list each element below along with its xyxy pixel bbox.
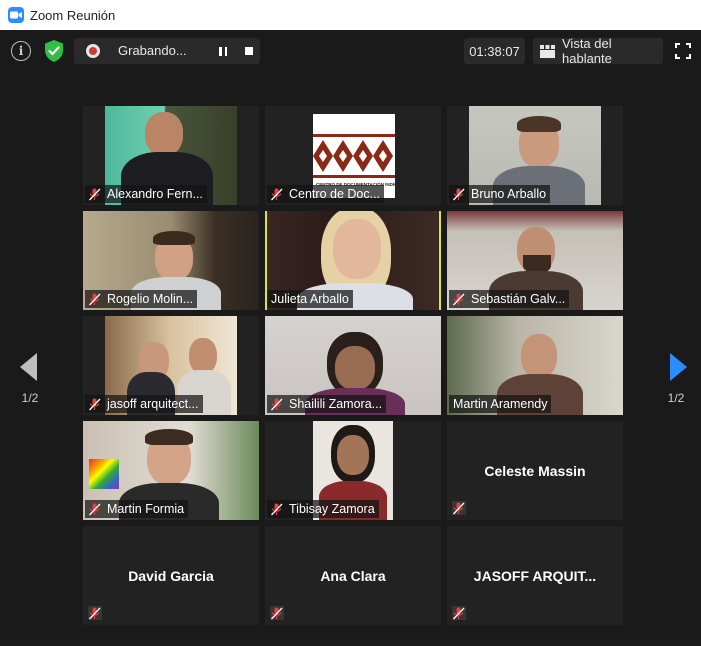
stop-recording-button[interactable] xyxy=(236,38,262,64)
participant-name-bar: Martin Formia xyxy=(85,500,189,518)
grid-view-icon xyxy=(540,44,555,58)
speaker-view-label: Vista del hablante xyxy=(562,36,612,66)
chevron-left-icon xyxy=(20,353,37,381)
participant-tile[interactable]: CENTRO DE DOCUMENTACIÓN INDÍGENA Centro … xyxy=(265,106,441,205)
fullscreen-icon[interactable] xyxy=(675,43,691,59)
participant-name-bar: Rogelio Molin... xyxy=(85,290,198,308)
participant-name: Celeste Massin xyxy=(484,462,586,479)
participant-name-bar: Tibisay Zamora xyxy=(267,500,379,518)
participant-tile[interactable]: Martin Formia xyxy=(83,421,259,520)
zoom-app-icon xyxy=(8,7,24,23)
participant-tile-no-video[interactable]: David Garcia xyxy=(83,526,259,625)
mic-off-icon xyxy=(453,293,465,306)
mic-off-icon xyxy=(89,503,101,516)
participant-name: Shailili Zamora... xyxy=(289,397,383,411)
participant-name: Tibisay Zamora xyxy=(289,502,375,516)
participant-tile-no-video[interactable]: Ana Clara xyxy=(265,526,441,625)
mic-off-icon xyxy=(88,606,102,620)
participant-tile-active-speaker[interactable]: Julieta Arballo xyxy=(265,211,441,310)
participant-name: David Garcia xyxy=(128,567,214,584)
mic-off-icon xyxy=(452,606,466,620)
recording-dot-icon xyxy=(86,44,100,58)
participant-name-bar: Centro de Doc... xyxy=(267,185,385,203)
participant-name-bar: Martin Aramendy xyxy=(449,395,552,413)
participant-tile[interactable]: Rogelio Molin... xyxy=(83,211,259,310)
recording-label: Grabando... xyxy=(118,43,187,58)
participant-name: Martin Formia xyxy=(107,502,185,516)
participant-tile[interactable]: Shailili Zamora... xyxy=(265,316,441,415)
mic-off-icon xyxy=(89,398,101,411)
mic-off-icon xyxy=(271,188,283,201)
participant-name-bar: Bruno Arballo xyxy=(449,185,551,203)
participant-name: Centro de Doc... xyxy=(289,187,381,201)
participant-name: jasoff arquitect... xyxy=(107,397,199,411)
speaker-view-button[interactable]: Vista del hablante xyxy=(533,36,663,66)
participant-name-bar: Julieta Arballo xyxy=(267,290,353,308)
participant-tile[interactable]: jasoff arquitect... xyxy=(83,316,259,415)
participant-name-bar: Shailili Zamora... xyxy=(267,395,387,413)
window-title: Zoom Reunión xyxy=(30,7,116,23)
participant-tile[interactable]: Alexandro Fern... xyxy=(83,106,259,205)
next-page-count: 1/2 xyxy=(667,391,685,405)
mic-off-icon xyxy=(89,293,101,306)
mic-off-icon xyxy=(271,503,283,516)
pause-recording-button[interactable] xyxy=(210,38,236,64)
participant-name: JASOFF ARQUIT... xyxy=(473,567,597,584)
participant-name: Martin Aramendy xyxy=(453,397,548,411)
participant-name: Sebastián Galv... xyxy=(471,292,566,306)
participant-name: Rogelio Molin... xyxy=(107,292,194,306)
mic-off-icon xyxy=(452,501,466,515)
participant-name-bar: Alexandro Fern... xyxy=(85,185,207,203)
participant-name-bar: Sebastián Galv... xyxy=(449,290,570,308)
next-page-button[interactable]: 1/2 xyxy=(662,349,690,409)
participant-tile[interactable]: Tibisay Zamora xyxy=(265,421,441,520)
participant-name-bar: jasoff arquitect... xyxy=(85,395,203,413)
participant-name: Julieta Arballo xyxy=(271,292,349,306)
mic-off-icon xyxy=(453,188,465,201)
previous-page-button[interactable]: 1/2 xyxy=(16,349,44,409)
meeting-timer: 01:38:07 xyxy=(464,38,525,64)
participant-tile[interactable]: Bruno Arballo xyxy=(447,106,623,205)
participant-name: Alexandro Fern... xyxy=(107,187,203,201)
mic-off-icon xyxy=(271,398,283,411)
prev-page-count: 1/2 xyxy=(21,391,39,405)
window-titlebar: Zoom Reunión xyxy=(0,0,701,30)
participant-tile-no-video[interactable]: JASOFF ARQUIT... xyxy=(447,526,623,625)
chevron-right-icon xyxy=(670,353,687,381)
info-icon[interactable]: i xyxy=(11,41,31,61)
participant-name: Ana Clara xyxy=(320,567,386,584)
participant-name: Bruno Arballo xyxy=(471,187,547,201)
participant-tile[interactable]: Sebastián Galv... xyxy=(447,211,623,310)
gallery-stage: 1/2 1/2 Alexandro Fern... INDÍGENA Centr… xyxy=(0,72,701,646)
meeting-toolbar: i Grabando... 01:38:07 Vista del hablant… xyxy=(0,30,701,72)
shield-icon[interactable] xyxy=(43,39,65,63)
participant-tile-no-video[interactable]: Celeste Massin xyxy=(447,421,623,520)
recording-indicator: Grabando... xyxy=(74,38,260,64)
mic-off-icon xyxy=(270,606,284,620)
mic-off-icon xyxy=(89,188,101,201)
participant-tile[interactable]: Martin Aramendy xyxy=(447,316,623,415)
